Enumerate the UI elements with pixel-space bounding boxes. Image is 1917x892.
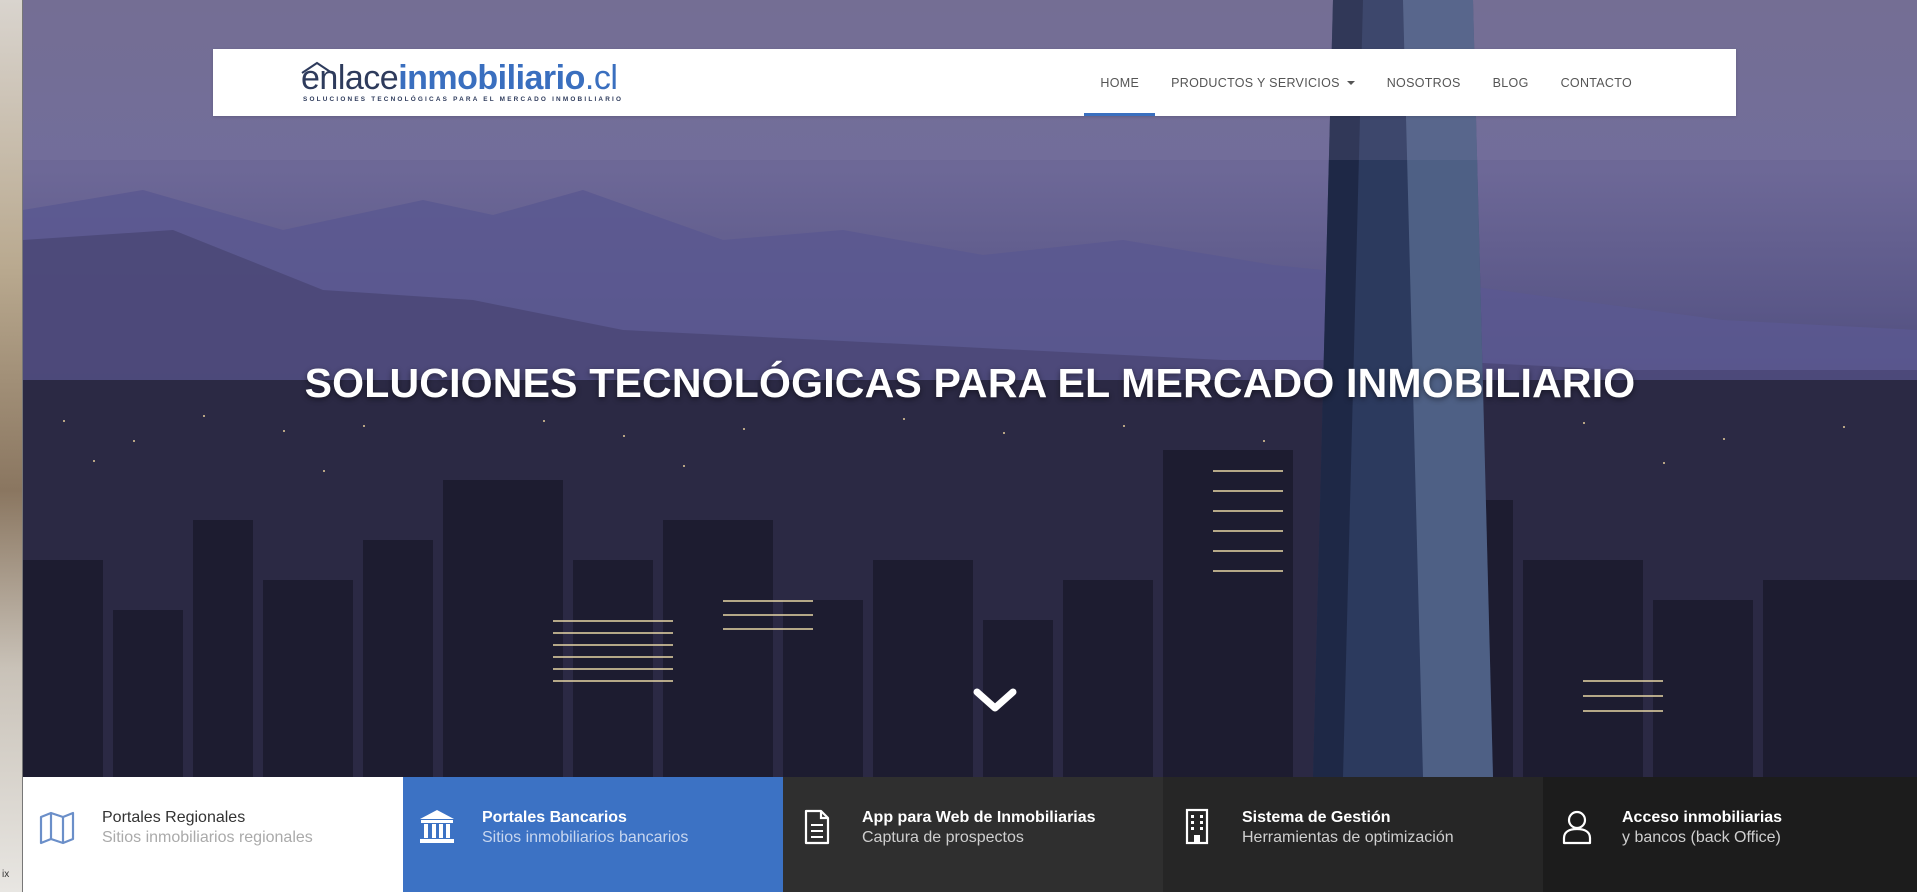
hero-section: SOLUCIONES TECNOLÓGICAS PARA EL MERCADO … — [23, 0, 1917, 777]
feature-subtitle: Sitios inmobiliarios bancarios — [482, 829, 689, 846]
logo-part-bold: inmobiliario — [398, 59, 585, 97]
bank-icon — [420, 810, 454, 843]
background-window-edge: ix — [0, 0, 23, 892]
site-logo[interactable]: enlaceinmobiliario.cl SOLUCIONES TECNOLÓ… — [301, 61, 621, 107]
nav-item-home[interactable]: HOME — [1084, 49, 1155, 116]
nav-item-label: BLOG — [1492, 75, 1529, 90]
feature-subtitle: Captura de prospectos — [862, 829, 1024, 846]
top-navbar: enlaceinmobiliario.cl SOLUCIONES TECNOLÓ… — [213, 49, 1736, 116]
hero-title: SOLUCIONES TECNOLÓGICAS PARA EL MERCADO … — [304, 360, 1636, 406]
feature-app-web-inmobiliarias[interactable]: App para Web de Inmobiliarias Captura de… — [783, 777, 1163, 892]
building-icon — [1185, 808, 1209, 845]
feature-portales-bancarios[interactable]: Portales Bancarios Sitios inmobiliarios … — [403, 777, 783, 892]
nav-item-label: NOSOTROS — [1386, 75, 1461, 90]
nav-item-label: PRODUCTOS Y SERVICIOS — [1171, 75, 1340, 90]
main-nav: HOME PRODUCTOS Y SERVICIOS NOSOTROS BLOG… — [1084, 49, 1648, 116]
feature-title: Portales Bancarios — [482, 809, 627, 826]
nav-item-productos-y-servicios[interactable]: PRODUCTOS Y SERVICIOS — [1155, 49, 1371, 116]
logo-tagline: SOLUCIONES TECNOLÓGICAS PARA EL MERCADO … — [303, 96, 624, 103]
feature-portales-regionales[interactable]: Portales Regionales Sitios inmobiliarios… — [23, 777, 403, 892]
feature-title: Sistema de Gestión — [1242, 809, 1391, 826]
feature-title: Portales Regionales — [102, 809, 246, 826]
document-icon — [804, 809, 830, 845]
feature-subtitle: y bancos (back Office) — [1622, 829, 1781, 846]
nav-item-label: HOME — [1100, 75, 1140, 90]
logo-part-tld: .cl — [584, 59, 618, 97]
feature-sistema-de-gestion[interactable]: Sistema de Gestión Herramientas de optim… — [1163, 777, 1543, 892]
feature-title: App para Web de Inmobiliarias — [862, 809, 1096, 826]
house-roof-icon — [301, 61, 333, 74]
feature-subtitle: Sitios inmobiliarios regionales — [102, 829, 313, 846]
nav-item-contacto[interactable]: CONTACTO — [1545, 49, 1648, 116]
nav-item-blog[interactable]: BLOG — [1477, 49, 1545, 116]
feature-subtitle: Herramientas de optimización — [1242, 829, 1454, 846]
feature-title: Acceso inmobiliarias — [1622, 809, 1783, 826]
map-icon — [39, 811, 75, 845]
logo-wordmark: enlaceinmobiliario.cl — [301, 59, 618, 97]
feature-acceso-inmobiliarias[interactable]: Acceso inmobiliarias y bancos (back Offi… — [1543, 777, 1917, 892]
caret-down-icon — [1346, 80, 1355, 85]
nav-item-label: CONTACTO — [1560, 75, 1632, 90]
chevron-down-icon[interactable] — [973, 684, 1017, 716]
user-icon — [1562, 810, 1592, 845]
background-window-text: ix — [2, 869, 10, 880]
feature-bar: Portales Regionales Sitios inmobiliarios… — [23, 777, 1917, 892]
nav-item-nosotros[interactable]: NOSOTROS — [1371, 49, 1477, 116]
